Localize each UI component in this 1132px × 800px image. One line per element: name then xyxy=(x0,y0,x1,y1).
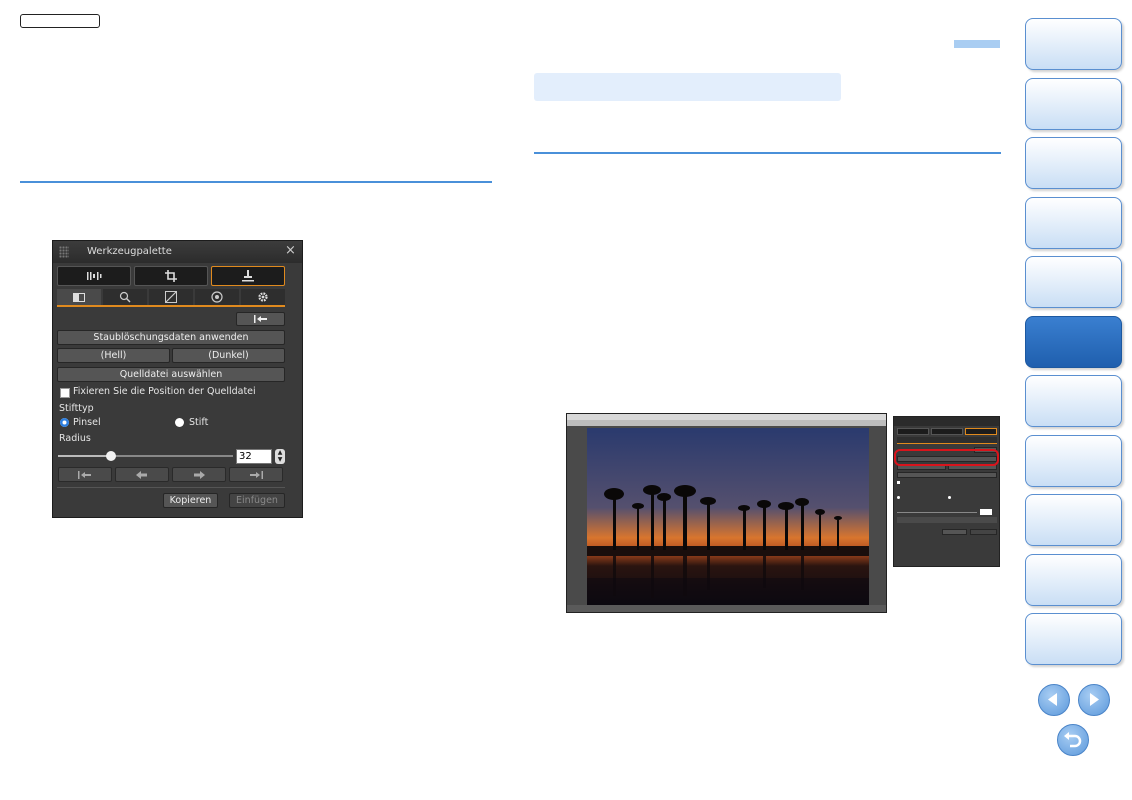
baobab-sunset-photo xyxy=(587,428,869,605)
redo-all-button[interactable] xyxy=(229,467,283,482)
paste-button[interactable]: Einfügen xyxy=(229,493,285,508)
grip-icon[interactable] xyxy=(59,246,69,258)
radius-input[interactable]: 32 xyxy=(236,449,272,464)
apply-dust-delete-button[interactable]: Staublöschungsdaten anwenden xyxy=(57,330,285,345)
nav-tab-9[interactable] xyxy=(1025,494,1122,546)
levels-icon xyxy=(87,272,102,280)
light-button[interactable]: (Hell) xyxy=(57,348,170,363)
mini-radio xyxy=(897,496,900,499)
return-page-button[interactable] xyxy=(1057,724,1089,756)
mini-tool-button xyxy=(965,428,997,435)
mini-source-button xyxy=(897,472,997,478)
stamp-icon xyxy=(242,270,254,282)
crop-tool-button[interactable] xyxy=(134,266,208,286)
mini-tool-button xyxy=(931,428,963,435)
fix-position-label: Fixieren Sie die Position der Quelldatei xyxy=(73,386,256,397)
nav-tab-4[interactable] xyxy=(1025,197,1122,249)
tone-curve-icon xyxy=(165,291,177,303)
nav-tab-1[interactable] xyxy=(1025,18,1122,70)
app-titlebar xyxy=(567,420,886,426)
stamp-tool-button[interactable] xyxy=(211,266,285,286)
red-highlight-ring xyxy=(894,449,999,466)
tab-color-adjust[interactable] xyxy=(195,289,239,305)
tab-brightness[interactable] xyxy=(57,289,101,305)
reset-arrow-icon xyxy=(253,315,267,323)
mini-checkbox xyxy=(897,481,900,484)
app-statusbar xyxy=(567,605,886,612)
undo-all-button[interactable] xyxy=(58,467,112,482)
werkzeugpalette-window: Werkzeugpalette × Staublöschungsdaten an… xyxy=(53,241,302,517)
tab-zoom-view[interactable] xyxy=(103,289,147,305)
outlined-tag-box xyxy=(20,14,100,28)
nav-tab-6-active[interactable] xyxy=(1025,316,1122,368)
palette-title: Werkzeugpalette xyxy=(87,246,172,257)
gear-icon xyxy=(258,292,268,302)
crop-icon xyxy=(165,270,177,282)
mini-palette-screenshot xyxy=(893,416,1000,567)
section-rule-left xyxy=(20,181,492,183)
nav-tab-2[interactable] xyxy=(1025,78,1122,130)
prev-page-button[interactable] xyxy=(1038,684,1070,716)
magnifier-icon xyxy=(119,291,131,303)
tab-settings[interactable] xyxy=(241,289,285,305)
undo-all-icon xyxy=(78,470,91,479)
brush-radio[interactable] xyxy=(60,418,69,427)
mini-paste-button xyxy=(970,529,997,535)
nav-tab-3[interactable] xyxy=(1025,137,1122,189)
radius-slider-thumb[interactable] xyxy=(105,451,116,461)
select-source-button[interactable]: Quelldatei auswählen xyxy=(57,367,285,382)
undo-icon xyxy=(136,470,147,479)
mini-radio xyxy=(948,496,951,499)
brush-label: Pinsel xyxy=(73,417,101,428)
arrow-left-icon xyxy=(1048,693,1057,706)
radius-slider-fill xyxy=(58,455,111,457)
radius-label: Radius xyxy=(59,433,91,444)
brightness-tab-icon xyxy=(73,292,85,302)
app-window-screenshot xyxy=(566,413,887,613)
pen-radio[interactable] xyxy=(175,418,184,427)
redo-all-icon xyxy=(250,470,263,479)
arrow-right-icon xyxy=(1090,693,1099,706)
tab-underline xyxy=(57,305,285,307)
nav-tab-11[interactable] xyxy=(1025,613,1122,665)
mini-tab-underline xyxy=(897,443,997,444)
palette-divider xyxy=(57,487,285,488)
mini-palette-title xyxy=(894,417,999,426)
reset-button[interactable] xyxy=(236,312,285,326)
tab-tone-curve[interactable] xyxy=(149,289,193,305)
heading-highlight-bar xyxy=(534,73,841,101)
nav-tab-10[interactable] xyxy=(1025,554,1122,606)
undo-button[interactable] xyxy=(115,467,169,482)
redo-icon xyxy=(194,470,205,479)
chapter-marker xyxy=(954,40,1000,48)
radius-stepper[interactable]: ▲ ▼ xyxy=(275,449,285,464)
color-wheel-icon xyxy=(211,291,223,303)
pen-type-label: Stifttyp xyxy=(59,403,94,414)
nav-tab-5[interactable] xyxy=(1025,256,1122,308)
next-page-button[interactable] xyxy=(1078,684,1110,716)
dark-button[interactable]: (Dunkel) xyxy=(172,348,285,363)
nav-tab-8[interactable] xyxy=(1025,435,1122,487)
nav-tab-7[interactable] xyxy=(1025,375,1122,427)
mini-slider xyxy=(897,512,977,513)
copy-button[interactable]: Kopieren xyxy=(163,493,218,508)
redo-button[interactable] xyxy=(172,467,226,482)
fix-position-checkbox[interactable] xyxy=(60,388,70,398)
mini-copy-button xyxy=(942,529,967,535)
section-rule-right xyxy=(534,152,1001,154)
mini-tool-button xyxy=(897,428,929,435)
return-icon xyxy=(1064,732,1082,748)
close-icon[interactable]: × xyxy=(285,244,296,258)
mini-history-buttons xyxy=(897,517,997,523)
pen-label: Stift xyxy=(189,417,209,428)
mini-radius-input xyxy=(980,509,992,515)
rgb-tool-button[interactable] xyxy=(57,266,131,286)
